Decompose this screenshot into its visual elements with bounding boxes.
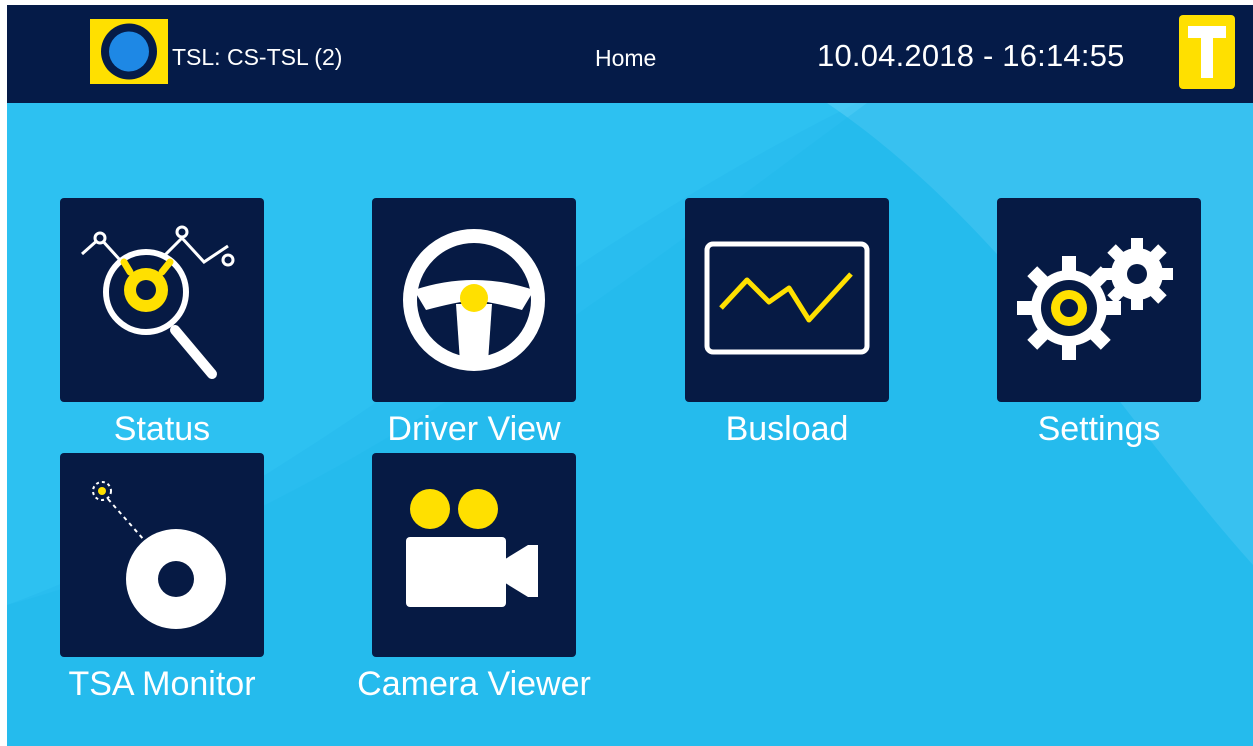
- tsa-monitor-label[interactable]: TSA Monitor: [45, 665, 279, 703]
- steering-wheel-icon: [403, 229, 545, 371]
- settings-label[interactable]: Settings: [997, 410, 1201, 448]
- busload-chart-icon: [704, 241, 870, 355]
- busload-label[interactable]: Busload: [685, 410, 889, 448]
- home-screen: TSL: CS-TSL (2) Home 10.04.2018 - 16:14:…: [7, 5, 1253, 746]
- brand-logo[interactable]: [1179, 15, 1235, 89]
- status-tile[interactable]: [60, 198, 264, 402]
- connection-label: TSL: CS-TSL (2): [172, 44, 343, 70]
- tsa-monitor-icon: [92, 481, 226, 629]
- status-label[interactable]: Status: [60, 410, 264, 448]
- tsa-monitor-tile[interactable]: [60, 453, 264, 657]
- busload-tile[interactable]: [685, 198, 889, 402]
- connection-status-icon[interactable]: [90, 19, 168, 84]
- status-magnifier-icon: [81, 225, 235, 379]
- datetime-display: 10.04.2018 - 16:14:55: [817, 38, 1125, 73]
- top-bar: TSL: CS-TSL (2) Home 10.04.2018 - 16:14:…: [7, 5, 1253, 103]
- gears-icon: [1017, 238, 1173, 360]
- driver-view-tile[interactable]: [372, 198, 576, 402]
- driver-view-label[interactable]: Driver View: [372, 410, 576, 448]
- video-camera-icon: [406, 489, 538, 607]
- page-title: Home: [595, 45, 657, 71]
- camera-viewer-tile[interactable]: [372, 453, 576, 657]
- settings-tile[interactable]: [997, 198, 1201, 402]
- camera-viewer-label[interactable]: Camera Viewer: [337, 665, 611, 703]
